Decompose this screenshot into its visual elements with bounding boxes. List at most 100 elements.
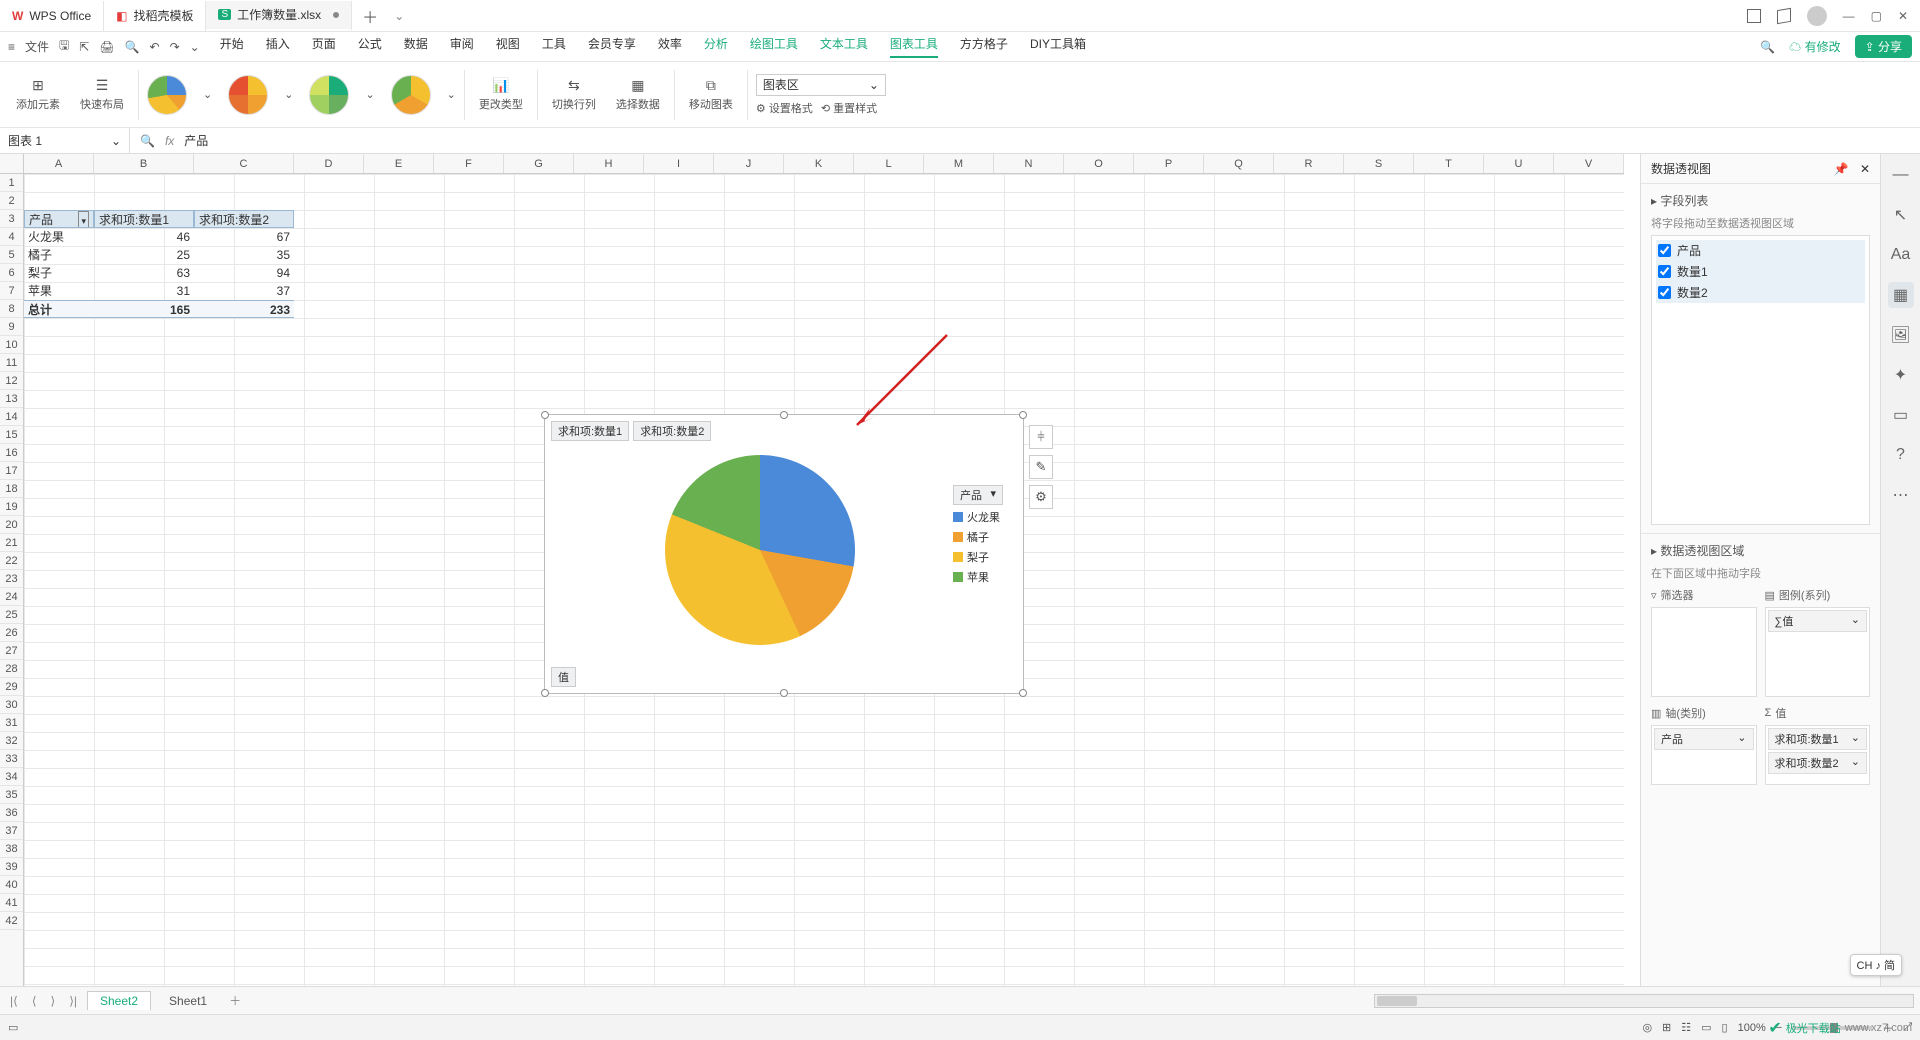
chart-field-btn-1[interactable]: 求和项:数量1: [551, 421, 629, 441]
menu-eff[interactable]: 效率: [658, 35, 682, 58]
select-data-button[interactable]: ▦ 选择数据: [610, 77, 666, 112]
style-dropdown-icon[interactable]: ⌄: [284, 88, 293, 101]
legend-filter[interactable]: 产品▾: [953, 485, 1003, 505]
zone-tag-product[interactable]: 产品⌄: [1654, 728, 1754, 750]
view-readmode-icon[interactable]: ▭: [1701, 1021, 1711, 1034]
collapse-panel-icon[interactable]: —: [1888, 162, 1914, 188]
style-dropdown-icon[interactable]: ⌄: [365, 88, 374, 101]
menu-formula[interactable]: 公式: [358, 35, 382, 58]
sheet-last-icon[interactable]: ⟩|: [65, 994, 81, 1008]
formula-input[interactable]: 产品: [184, 132, 208, 149]
col-header[interactable]: G: [504, 154, 574, 173]
pivot-chart[interactable]: 求和项:数量1 求和项:数量2 产品▾ 火龙果 橘子 梨子 苹果 值 ⫩ ✎ ⚙: [544, 414, 1024, 694]
col-header[interactable]: H: [574, 154, 644, 173]
chart-style-3[interactable]: [309, 75, 349, 115]
multiwindow-icon[interactable]: [1747, 9, 1761, 23]
export-icon[interactable]: ⇱: [79, 40, 89, 54]
close-button[interactable]: ✕: [1898, 9, 1908, 23]
reset-style-button[interactable]: ⟲ 重置样式: [821, 100, 877, 116]
sheet-tab-sheet2[interactable]: Sheet2: [87, 991, 151, 1010]
menu-icon[interactable]: ≡: [8, 40, 15, 54]
tab-dropdown[interactable]: ⌄: [388, 9, 410, 23]
close-panel-icon[interactable]: ✕: [1860, 162, 1870, 176]
cursor-icon[interactable]: ↖: [1888, 202, 1914, 228]
set-format-button[interactable]: ⚙ 设置格式: [756, 100, 813, 116]
switch-rowcol-button[interactable]: ⇆ 切换行列: [546, 77, 602, 112]
zone-values-box[interactable]: 求和项:数量1⌄ 求和项:数量2⌄: [1765, 725, 1871, 785]
field-item-product[interactable]: 产品: [1656, 240, 1865, 261]
field-item-qty1[interactable]: 数量1: [1656, 261, 1865, 282]
col-header[interactable]: R: [1274, 154, 1344, 173]
sheet-area[interactable]: A B C D E F G H I J K L M N O P Q R S T …: [0, 154, 1640, 986]
search-icon[interactable]: 🔍: [1760, 40, 1775, 54]
status-mode-icon[interactable]: ▭: [8, 1021, 18, 1034]
col-header[interactable]: Q: [1204, 154, 1274, 173]
zone-tag-sigma[interactable]: ∑值⌄: [1768, 610, 1868, 632]
col-header[interactable]: I: [644, 154, 714, 173]
print-icon[interactable]: 🖨: [99, 40, 114, 54]
menu-view[interactable]: 视图: [496, 35, 520, 58]
zone-axis-box[interactable]: 产品⌄: [1651, 725, 1757, 785]
menu-data[interactable]: 数据: [404, 35, 428, 58]
menu-diy[interactable]: DIY工具箱: [1030, 35, 1086, 58]
minimize-button[interactable]: —: [1843, 9, 1855, 23]
menu-text[interactable]: 文本工具: [820, 35, 868, 58]
file-menu[interactable]: 文件: [25, 38, 49, 55]
expand-fx-icon[interactable]: 🔍: [140, 134, 155, 148]
col-header[interactable]: L: [854, 154, 924, 173]
menu-insert[interactable]: 插入: [266, 35, 290, 58]
name-box[interactable]: 图表 1⌄: [0, 128, 130, 153]
maximize-button[interactable]: ▢: [1871, 9, 1882, 23]
menu-chart[interactable]: 图表工具: [890, 35, 938, 58]
chart-styles-button[interactable]: ✎: [1029, 455, 1053, 479]
col-header[interactable]: E: [364, 154, 434, 173]
tips-icon[interactable]: ◎: [1642, 1021, 1652, 1034]
modified-indicator[interactable]: ☁ 有修改: [1789, 38, 1840, 55]
tab-wps-home[interactable]: W WPS Office: [0, 1, 104, 31]
style-dropdown-icon[interactable]: ⌄: [203, 88, 212, 101]
cell-grid[interactable]: 产品 ▾ 求和项:数量1 求和项:数量2 火龙果 46 67 橘子 25 35 …: [24, 174, 1624, 986]
tab-workbook[interactable]: S 工作簿数量.xlsx: [206, 1, 352, 31]
help-icon[interactable]: ?: [1888, 442, 1914, 468]
change-type-button[interactable]: 📊 更改类型: [473, 77, 529, 112]
menu-member[interactable]: 会员专享: [588, 35, 636, 58]
zone-filter-box[interactable]: [1651, 607, 1757, 697]
ime-indicator[interactable]: CH ♪ 简: [1850, 954, 1903, 976]
col-header[interactable]: F: [434, 154, 504, 173]
zone-tag-v2[interactable]: 求和项:数量2⌄: [1768, 752, 1868, 774]
preview-icon[interactable]: 🔍: [125, 40, 140, 54]
menu-tools[interactable]: 工具: [542, 35, 566, 58]
menu-page[interactable]: 页面: [312, 35, 336, 58]
col-header[interactable]: M: [924, 154, 994, 173]
col-header[interactable]: C: [194, 154, 294, 173]
add-sheet-button[interactable]: ＋: [225, 992, 245, 1009]
move-chart-button[interactable]: ⧉ 移动图表: [683, 77, 739, 112]
field-list[interactable]: 产品 数量1 数量2: [1651, 235, 1870, 525]
package-icon[interactable]: [1777, 7, 1791, 23]
tab-templates[interactable]: ◧ 找稻壳模板: [104, 1, 206, 31]
view-split-icon[interactable]: ▯: [1722, 1021, 1728, 1034]
tab-add-button[interactable]: ＋: [352, 4, 388, 28]
col-header[interactable]: D: [294, 154, 364, 173]
style-dropdown-icon[interactable]: ⌄: [447, 88, 456, 101]
undo-icon[interactable]: ↶: [150, 40, 160, 54]
menu-draw[interactable]: 绘图工具: [750, 35, 798, 58]
menu-analyze[interactable]: 分析: [704, 35, 728, 58]
style-icon[interactable]: Aa: [1888, 242, 1914, 268]
fx-icon[interactable]: fx: [165, 134, 174, 148]
col-header[interactable]: K: [784, 154, 854, 173]
col-header[interactable]: V: [1554, 154, 1624, 173]
add-element-button[interactable]: ⊞ 添加元素: [10, 77, 66, 112]
horizontal-scrollbar[interactable]: [1374, 994, 1914, 1008]
chart-style-2[interactable]: [228, 75, 268, 115]
quick-layout-button[interactable]: ☰ 快速布局: [74, 77, 130, 112]
row-header[interactable]: 1: [0, 174, 23, 192]
tools-icon[interactable]: ✦: [1888, 362, 1914, 388]
more-icon[interactable]: ⋯: [1888, 482, 1914, 508]
field-item-qty2[interactable]: 数量2: [1656, 282, 1865, 303]
chart-settings-button[interactable]: ⚙: [1029, 485, 1053, 509]
col-header[interactable]: T: [1414, 154, 1484, 173]
sheet-prev-icon[interactable]: ⟨: [28, 994, 41, 1008]
image-icon[interactable]: 🖼: [1888, 322, 1914, 348]
sheet-first-icon[interactable]: |⟨: [6, 994, 22, 1008]
